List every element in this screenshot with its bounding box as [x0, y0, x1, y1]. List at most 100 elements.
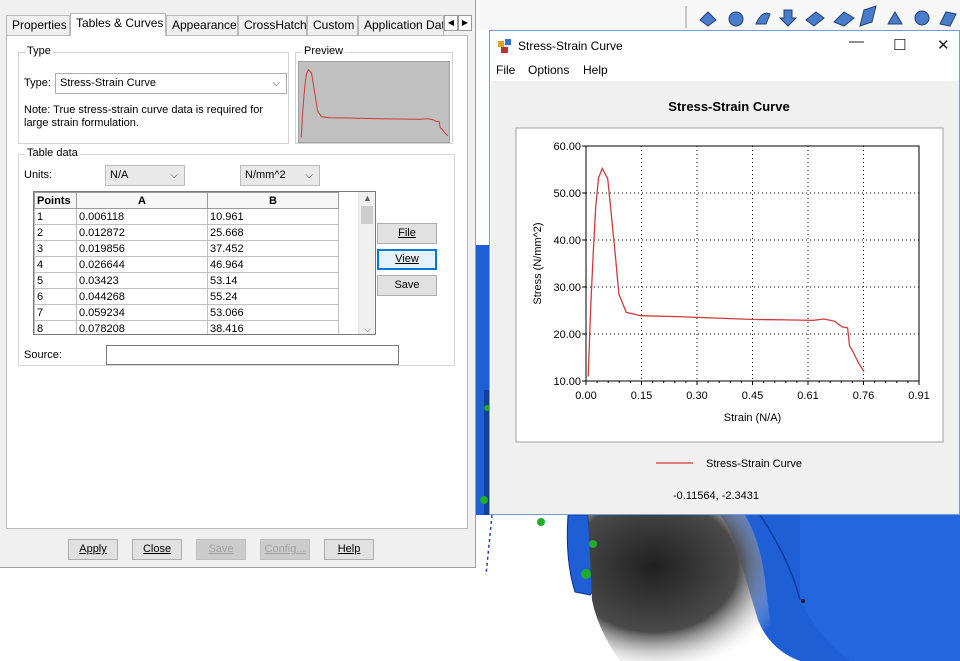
header-b: B	[207, 192, 339, 209]
table-data-title: Table data	[25, 147, 80, 159]
cell-point[interactable]: 2	[34, 224, 77, 241]
table-row[interactable]: 8 0.078208 38.416	[34, 320, 339, 334]
config-button[interactable]: Config...	[260, 539, 310, 560]
tab-appearance[interactable]: Appearance	[166, 15, 238, 35]
curve-window-title: Stress-Strain Curve	[518, 39, 623, 53]
minimize-icon[interactable]: —	[849, 33, 864, 50]
curve-window-titlebar[interactable]: Stress-Strain Curve — ☐ ✕	[490, 31, 959, 61]
cad-part-shadow	[588, 515, 775, 661]
table-row[interactable]: 6 0.044268 55.24	[34, 288, 339, 305]
type-select[interactable]: Stress-Strain Curve ⌵	[55, 73, 287, 94]
type-group: Type Type: Stress-Strain Curve ⌵ Note: T…	[18, 45, 289, 144]
cell-a[interactable]: 0.078208	[76, 320, 208, 334]
cell-b[interactable]: 53.14	[207, 272, 339, 289]
scroll-up-icon[interactable]: ▲	[359, 193, 375, 203]
cell-b[interactable]: 37.452	[207, 240, 339, 257]
tab-properties[interactable]: Properties	[6, 15, 70, 35]
tab-scroll-left-icon[interactable]: ◀	[444, 15, 458, 31]
cell-a[interactable]: 0.03423	[76, 272, 208, 289]
tab-scroll-right-icon[interactable]: ▶	[458, 15, 472, 31]
table-row[interactable]: 5 0.03423 53.14	[34, 272, 339, 289]
view-button[interactable]: View	[377, 249, 437, 270]
y-tick-label: 20.00	[553, 329, 581, 341]
y-tick-label: 10.00	[553, 376, 581, 388]
cell-point[interactable]: 4	[34, 256, 77, 273]
cell-b[interactable]: 46.964	[207, 256, 339, 273]
material-dialog: Properties Tables & Curves Appearance Cr…	[0, 0, 476, 568]
help-button[interactable]: Help	[324, 539, 374, 560]
table-row[interactable]: 3 0.019856 37.452	[34, 240, 339, 257]
x-tick-label: 0.76	[853, 390, 874, 402]
menu-options[interactable]: Options	[528, 63, 569, 77]
x-tick-label: 0.61	[797, 390, 818, 402]
table-row[interactable]: 1 0.006118 10.961	[34, 208, 339, 225]
file-button[interactable]: File	[377, 223, 437, 244]
unit-a-select[interactable]: N/A ⌵	[105, 165, 185, 186]
tab-tables-curves[interactable]: Tables & Curves	[70, 13, 166, 36]
menu-file[interactable]: File	[496, 63, 515, 77]
tab-crosshatch[interactable]: CrossHatch	[238, 15, 307, 35]
unit-b-value: N/mm^2	[245, 169, 286, 181]
chevron-down-icon: ⌵	[170, 170, 178, 181]
x-tick-label: 0.45	[742, 390, 763, 402]
table-row[interactable]: 2 0.012872 25.668	[34, 224, 339, 241]
feature-icon-2	[728, 11, 744, 27]
cursor-coordinates: -0.11564, -2.3431	[673, 490, 759, 502]
legend-label: Stress-Strain Curve	[706, 458, 802, 470]
x-tick-label: 0.91	[908, 390, 929, 402]
chart-area: Stress-Strain Curve 0.00 0.15 0.30 0.45 0.61 0…	[491, 81, 959, 514]
cell-b[interactable]: 55.24	[207, 288, 339, 305]
cell-point[interactable]: 7	[34, 304, 77, 321]
y-tick-label: 40.00	[553, 235, 581, 247]
apply-button[interactable]: Apply	[68, 539, 118, 560]
y-tick-label: 60.00	[553, 141, 581, 153]
source-input[interactable]	[106, 345, 399, 365]
cell-a[interactable]: 0.059234	[76, 304, 208, 321]
stress-strain-chart: Stress-Strain Curve 0.00 0.15 0.30 0.45 0.61 0…	[491, 81, 959, 514]
cell-point[interactable]: 5	[34, 272, 77, 289]
menu-help[interactable]: Help	[583, 63, 608, 77]
header-a: A	[76, 192, 208, 209]
cell-b[interactable]: 53.066	[207, 304, 339, 321]
cell-b[interactable]: 38.416	[207, 320, 339, 334]
cell-a[interactable]: 0.019856	[76, 240, 208, 257]
type-group-title: Type	[25, 45, 53, 57]
note-line-1: Note: True stress-strain curve data is r…	[24, 104, 264, 116]
scroll-down-icon[interactable]: ⌵	[359, 324, 375, 334]
source-label: Source:	[24, 349, 62, 361]
y-axis-label: Stress (N/mm^2)	[532, 222, 544, 304]
app-icon	[498, 39, 511, 53]
units-label: Units:	[24, 169, 53, 181]
save-button[interactable]: Save	[196, 539, 246, 560]
cell-point[interactable]: 1	[34, 208, 77, 225]
table-row[interactable]: 4 0.026644 46.964	[34, 256, 339, 273]
feature-icon-9	[914, 10, 930, 26]
chevron-down-icon: ⌵	[305, 170, 313, 181]
maximize-icon[interactable]: ☐	[893, 36, 906, 54]
cell-b[interactable]: 25.668	[207, 224, 339, 241]
tab-application-data[interactable]: Application Dat	[358, 15, 444, 35]
save-table-button[interactable]: Save	[377, 275, 437, 296]
tab-custom[interactable]: Custom	[307, 15, 358, 35]
cell-point[interactable]: 6	[34, 288, 77, 305]
cell-a[interactable]: 0.006118	[76, 208, 208, 225]
scroll-thumb[interactable]	[361, 206, 373, 224]
curve-data-table[interactable]: Points A B 1 0.006118 10.961 2 0.012872 25.66…	[33, 191, 376, 335]
table-row[interactable]: 7 0.059234 53.066	[34, 304, 339, 321]
cell-point[interactable]: 3	[34, 240, 77, 257]
tab-strip: Properties Tables & Curves Appearance Cr…	[6, 13, 472, 36]
preview-title: Preview	[302, 45, 346, 57]
close-button[interactable]: Close	[132, 539, 182, 560]
y-tick-label: 50.00	[553, 188, 581, 200]
y-tick-label: 30.00	[553, 282, 581, 294]
type-label: Type:	[24, 77, 51, 89]
table-scrollbar[interactable]: ▲ ⌵	[358, 192, 375, 334]
cell-point[interactable]: 8	[34, 320, 77, 334]
close-icon[interactable]: ✕	[937, 36, 950, 54]
cell-a[interactable]: 0.044268	[76, 288, 208, 305]
cell-b[interactable]: 10.961	[207, 208, 339, 225]
cell-a[interactable]: 0.012872	[76, 224, 208, 241]
curve-menubar: File Options Help	[490, 61, 959, 81]
cell-a[interactable]: 0.026644	[76, 256, 208, 273]
unit-b-select[interactable]: N/mm^2 ⌵	[240, 165, 320, 186]
